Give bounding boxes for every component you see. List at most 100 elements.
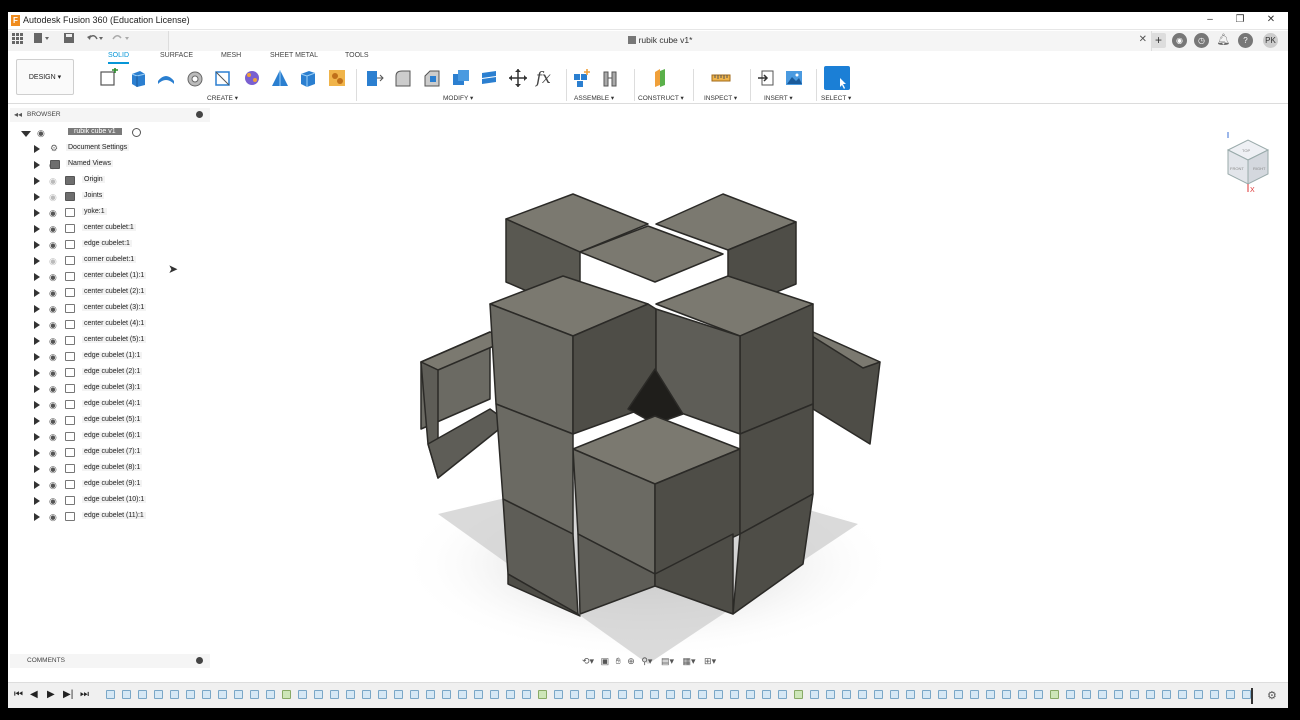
undo-icon[interactable]	[86, 33, 104, 48]
timeline-feature-icon[interactable]	[746, 690, 755, 699]
visibility-eye-icon[interactable]: ◉	[49, 256, 59, 266]
timeline-feature-icon[interactable]	[570, 690, 579, 699]
browser-item[interactable]: ◉ center cubelet (4):1	[8, 318, 218, 332]
save-icon[interactable]	[64, 33, 75, 48]
extrude-icon[interactable]	[128, 68, 148, 88]
timeline-feature-icon[interactable]	[474, 690, 483, 699]
expand-triangle-icon[interactable]	[34, 481, 40, 489]
expand-triangle-icon[interactable]	[34, 177, 40, 185]
visibility-eye-icon[interactable]: ◉	[49, 432, 59, 442]
loft-icon[interactable]	[213, 68, 233, 88]
timeline-feature-icon[interactable]	[442, 690, 451, 699]
close-window-button[interactable]: ✕	[1263, 13, 1279, 27]
move-copy-icon[interactable]	[508, 68, 528, 88]
change-parameters-icon[interactable]: fx	[536, 68, 556, 88]
visibility-eye-icon[interactable]: ◉	[49, 368, 59, 378]
timeline-feature-icon[interactable]	[778, 690, 787, 699]
expand-triangle-icon[interactable]	[34, 513, 40, 521]
browser-header[interactable]: ◂◂ BROWSER	[10, 108, 210, 122]
browser-item[interactable]: ◉ center cubelet (3):1	[8, 302, 218, 316]
browser-item[interactable]: ◉ edge cubelet (10):1	[8, 494, 218, 508]
tab-sheet-metal[interactable]: SHEET METAL	[270, 52, 318, 59]
pan-icon[interactable]: ✋︎	[616, 656, 621, 666]
timeline-feature-icon[interactable]	[842, 690, 851, 699]
timeline-feature-icon[interactable]	[1210, 690, 1219, 699]
visibility-eye-icon[interactable]: ◉	[49, 464, 59, 474]
timeline-feature-icon[interactable]	[650, 690, 659, 699]
insert-derive-icon[interactable]	[756, 68, 776, 88]
expand-triangle-icon[interactable]	[34, 225, 40, 233]
zoom-icon[interactable]: ⊕	[627, 656, 635, 666]
timeline-feature-icon[interactable]	[1130, 690, 1139, 699]
timeline-feature-icon[interactable]	[826, 690, 835, 699]
timeline-feature-icon[interactable]	[154, 690, 163, 699]
visibility-eye-icon[interactable]: ◉	[49, 384, 59, 394]
timeline-feature-icon[interactable]	[1226, 690, 1235, 699]
timeline-feature-icon[interactable]	[1050, 690, 1059, 699]
timeline-feature-icon[interactable]	[426, 690, 435, 699]
close-tab-button[interactable]: ✕	[1139, 34, 1147, 45]
timeline-feature-icon[interactable]	[666, 690, 675, 699]
browser-root[interactable]: ◉ rubik cube v1	[8, 126, 218, 140]
grid-settings-icon[interactable]: ▦▾	[683, 656, 696, 666]
browser-item[interactable]: ◉ corner cubelet:1	[8, 254, 218, 268]
timeline-feature-icon[interactable]	[922, 690, 931, 699]
timeline-feature-icon[interactable]	[266, 690, 275, 699]
timeline-feature-icon[interactable]	[618, 690, 627, 699]
timeline-feature-icon[interactable]	[874, 690, 883, 699]
data-panel-grid-icon[interactable]	[12, 33, 23, 48]
visibility-eye-icon[interactable]: ◉	[49, 224, 59, 234]
timeline-feature-icon[interactable]	[858, 690, 867, 699]
expand-triangle-icon[interactable]	[34, 193, 40, 201]
timeline-feature-icon[interactable]	[282, 690, 291, 699]
visibility-eye-icon[interactable]: ◉	[49, 416, 59, 426]
expand-triangle-icon[interactable]	[34, 353, 40, 361]
timeline-feature-icon[interactable]	[602, 690, 611, 699]
expand-triangle-icon[interactable]	[34, 369, 40, 377]
timeline-feature-icon[interactable]	[1018, 690, 1027, 699]
play-icon[interactable]: ▶	[47, 689, 55, 700]
browser-item[interactable]: ◉ center cubelet (1):1	[8, 270, 218, 284]
rib-icon[interactable]	[242, 68, 262, 88]
expand-triangle-icon[interactable]	[34, 497, 40, 505]
comments-panel-header[interactable]: COMMENTS	[10, 654, 210, 668]
group-select[interactable]: SELECT ▾	[821, 94, 851, 102]
expand-triangle-icon[interactable]	[34, 449, 40, 457]
measure-icon[interactable]	[711, 68, 731, 88]
combine-icon[interactable]	[479, 68, 499, 88]
timeline-feature-icon[interactable]	[1162, 690, 1171, 699]
browser-item[interactable]: ◉ edge cubelet (11):1	[8, 510, 218, 524]
revolve-icon[interactable]	[156, 68, 176, 88]
visibility-eye-icon[interactable]: ◉	[49, 448, 59, 458]
create-sketch-icon[interactable]	[99, 68, 119, 88]
browser-item[interactable]: ◉ edge cubelet (8):1	[8, 462, 218, 476]
workspace-switcher-button[interactable]: DESIGN ▾	[16, 59, 74, 95]
timeline-feature-icon[interactable]	[554, 690, 563, 699]
browser-item[interactable]: ◉ edge cubelet:1	[8, 238, 218, 252]
press-pull-icon[interactable]	[364, 68, 384, 88]
browser-item[interactable]: ◉ yoke:1	[8, 206, 218, 220]
expand-triangle-icon[interactable]	[34, 305, 40, 313]
expand-triangle-icon[interactable]	[34, 257, 40, 265]
browser-item[interactable]: ◉ Joints	[8, 190, 218, 204]
sweep-icon[interactable]	[185, 68, 205, 88]
viewcube-icon[interactable]: Z X TOP FRONT RIGHT	[1218, 132, 1278, 192]
expand-triangle-icon[interactable]	[34, 385, 40, 393]
expand-triangle-icon[interactable]	[34, 433, 40, 441]
web-icon[interactable]	[270, 68, 290, 88]
document-tab[interactable]: rubik cube v1* ✕	[168, 31, 1152, 51]
timeline-feature-icon[interactable]	[1114, 690, 1123, 699]
box-icon[interactable]	[298, 68, 318, 88]
go-to-end-icon[interactable]: ⏭	[80, 689, 89, 700]
browser-item[interactable]: ◉ center cubelet (2):1	[8, 286, 218, 300]
go-to-start-icon[interactable]: ⏮	[14, 689, 23, 700]
visibility-eye-icon[interactable]: ◉	[49, 272, 59, 282]
expand-triangle-icon[interactable]	[34, 465, 40, 473]
viewports-icon[interactable]: ⊞▾	[704, 656, 716, 666]
chamfer-icon[interactable]	[422, 68, 442, 88]
timeline-marker[interactable]	[1251, 688, 1253, 704]
timeline-feature-icon[interactable]	[762, 690, 771, 699]
timeline-feature-icon[interactable]	[1178, 690, 1187, 699]
timeline-feature-icon[interactable]	[906, 690, 915, 699]
timeline-feature-icon[interactable]	[1146, 690, 1155, 699]
